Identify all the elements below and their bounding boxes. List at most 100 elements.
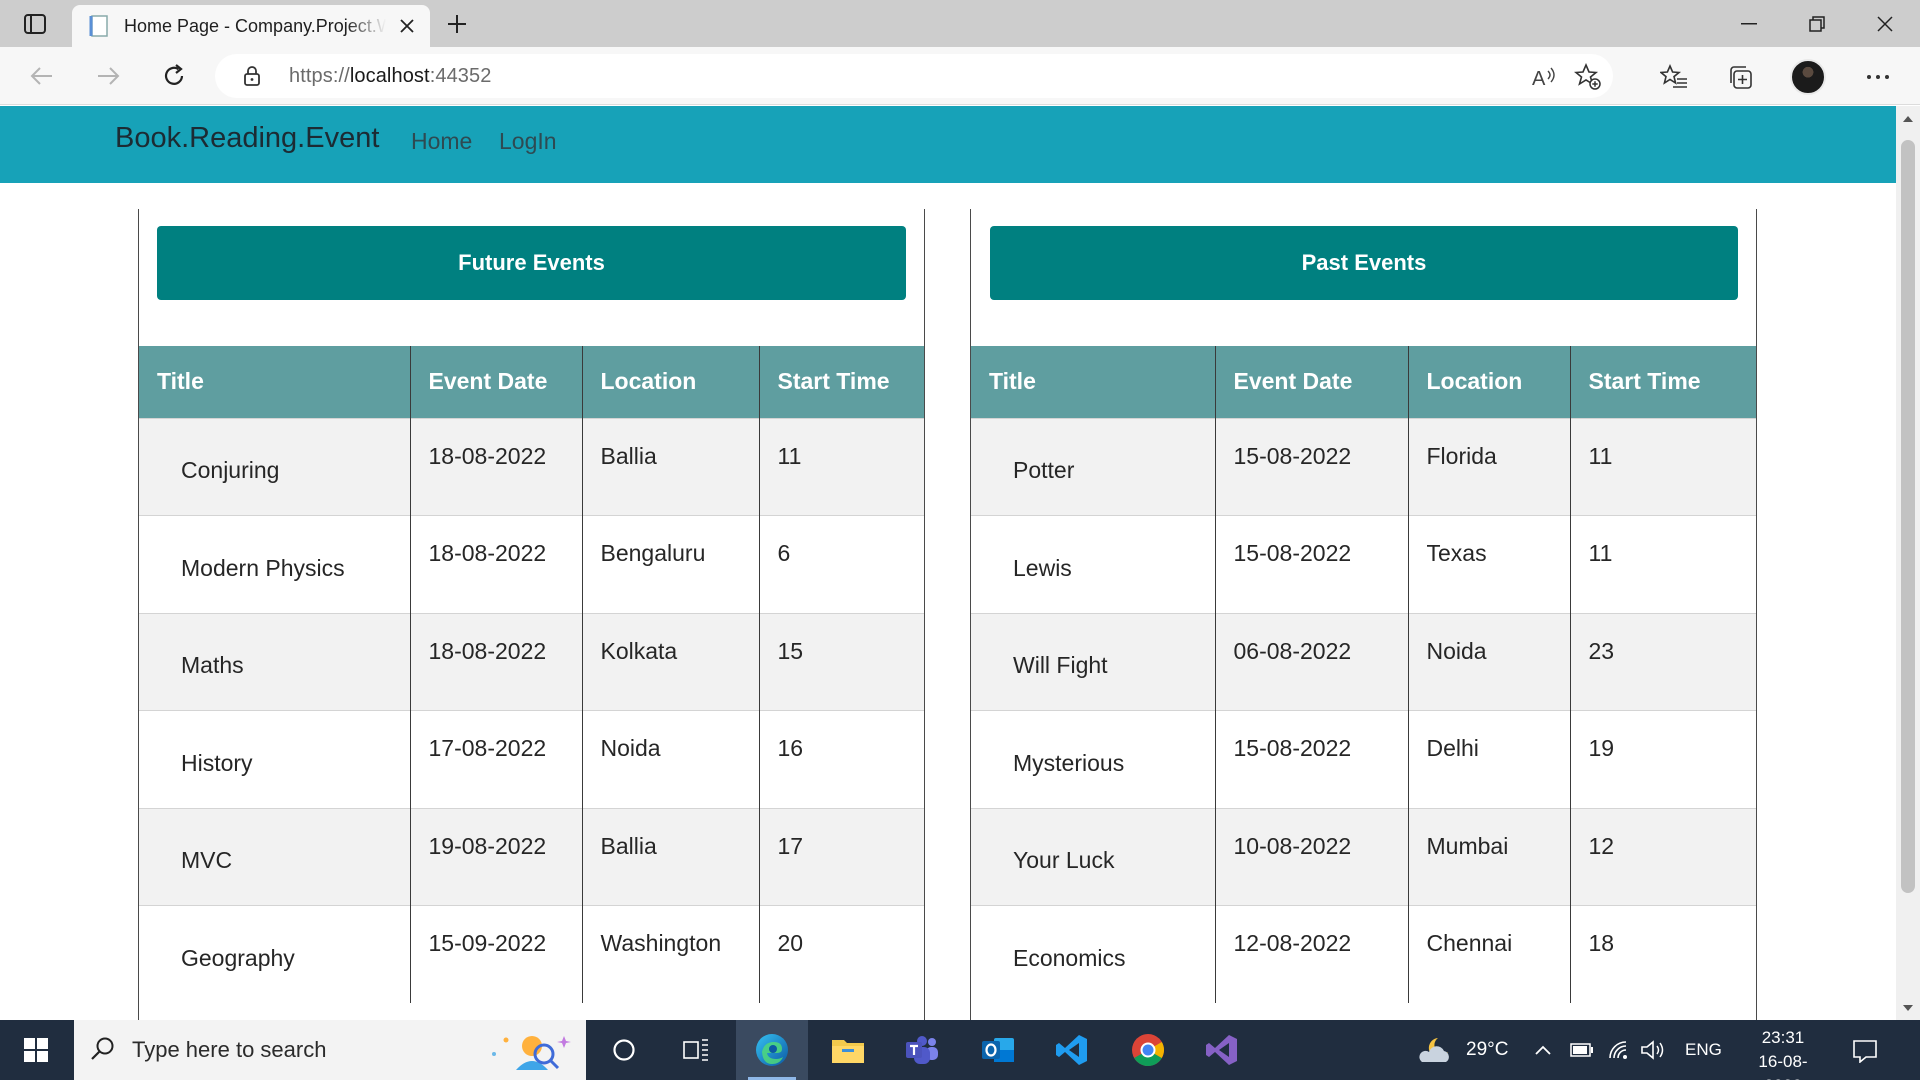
weather-widget[interactable]: 29°C bbox=[1418, 1020, 1508, 1080]
url-scheme: https:// bbox=[289, 65, 350, 87]
cell-title: Geography bbox=[139, 905, 410, 1003]
search-icon bbox=[90, 1036, 118, 1064]
more-options-icon[interactable] bbox=[1860, 59, 1896, 95]
add-favorite-icon[interactable] bbox=[1573, 62, 1603, 92]
cell-event-date: 15-08-2022 bbox=[1214, 710, 1408, 808]
cell-location: Kolkata bbox=[581, 612, 759, 711]
edge-icon[interactable] bbox=[736, 1020, 808, 1080]
cell-event-date: 18-08-2022 bbox=[409, 417, 582, 516]
nav-link-home[interactable]: Home bbox=[411, 128, 472, 155]
past-events-table: Title Event Date Location Start Time Pot… bbox=[971, 346, 1756, 1003]
past-events-header: Past Events bbox=[971, 209, 1756, 346]
vscode-icon[interactable] bbox=[1036, 1020, 1108, 1080]
cortana-icon[interactable] bbox=[588, 1020, 660, 1080]
table-row: MVC 19-08-2022 Ballia 17 bbox=[139, 807, 924, 906]
cell-event-date: 15-08-2022 bbox=[1214, 515, 1408, 613]
svg-text:A: A bbox=[1532, 68, 1546, 89]
cell-title: Your Luck bbox=[971, 807, 1215, 906]
new-tab-icon[interactable] bbox=[440, 8, 474, 40]
future-events-button[interactable]: Future Events bbox=[157, 226, 906, 300]
scroll-down-icon[interactable] bbox=[1896, 996, 1920, 1020]
collections-icon[interactable] bbox=[1722, 59, 1758, 95]
site-navbar: Book.Reading.Event Home LogIn bbox=[0, 106, 1896, 183]
browser-tab-bar: Home Page - Company.Project.Web bbox=[0, 0, 1920, 47]
notifications-icon[interactable] bbox=[1848, 1034, 1882, 1068]
forward-arrow-icon[interactable] bbox=[88, 57, 128, 95]
tab-actions-icon[interactable] bbox=[17, 10, 53, 38]
column-header-title: Title bbox=[139, 346, 410, 418]
cell-title: Modern Physics bbox=[139, 515, 410, 613]
table-row: Modern Physics 18-08-2022 Bengaluru 6 bbox=[139, 515, 924, 613]
url-text: https://localhost:44352 bbox=[289, 65, 491, 88]
read-aloud-icon[interactable]: A bbox=[1529, 62, 1559, 92]
outlook-icon[interactable] bbox=[962, 1020, 1034, 1080]
cell-location: Texas bbox=[1407, 515, 1570, 613]
file-explorer-icon[interactable] bbox=[812, 1020, 884, 1080]
tab-title: Home Page - Company.Project.Web bbox=[124, 15, 386, 36]
past-events-button[interactable]: Past Events bbox=[990, 226, 1738, 300]
visual-studio-icon[interactable] bbox=[1186, 1020, 1258, 1080]
volume-icon[interactable] bbox=[1640, 1020, 1666, 1080]
cell-event-date: 15-09-2022 bbox=[409, 905, 582, 1003]
back-arrow-icon[interactable] bbox=[22, 57, 62, 95]
weather-temperature: 29°C bbox=[1466, 1039, 1509, 1060]
column-header-location: Location bbox=[1407, 346, 1570, 418]
cell-location: Delhi bbox=[1407, 710, 1570, 808]
column-header-start-time: Start Time bbox=[1569, 346, 1756, 418]
cell-start-time: 12 bbox=[1569, 807, 1756, 906]
table-row: Will Fight 06-08-2022 Noida 23 bbox=[971, 612, 1756, 711]
browser-tab-active[interactable]: Home Page - Company.Project.Web bbox=[72, 5, 430, 47]
cell-start-time: 18 bbox=[1569, 905, 1756, 1003]
cell-event-date: 18-08-2022 bbox=[409, 515, 582, 613]
cell-location: Noida bbox=[581, 710, 759, 808]
search-highlight-icon bbox=[486, 1028, 578, 1072]
lock-icon[interactable] bbox=[241, 65, 263, 87]
profile-avatar[interactable] bbox=[1790, 59, 1826, 95]
wifi-icon[interactable] bbox=[1608, 1020, 1630, 1080]
table-row: Maths 18-08-2022 Kolkata 15 bbox=[139, 612, 924, 711]
chrome-icon[interactable] bbox=[1112, 1020, 1184, 1080]
close-window-icon[interactable] bbox=[1852, 0, 1918, 47]
taskbar-search-box[interactable]: Type here to search bbox=[74, 1020, 586, 1080]
cell-location: Chennai bbox=[1407, 905, 1570, 1003]
favorites-icon[interactable] bbox=[1656, 59, 1692, 95]
scroll-up-icon[interactable] bbox=[1896, 106, 1920, 130]
refresh-icon[interactable] bbox=[154, 57, 194, 95]
cell-location: Noida bbox=[1407, 612, 1570, 711]
input-language[interactable]: ENG bbox=[1685, 1020, 1722, 1080]
address-bar[interactable]: https://localhost:44352 A bbox=[215, 54, 1613, 98]
battery-icon[interactable] bbox=[1570, 1020, 1594, 1080]
cell-title: Mysterious bbox=[971, 710, 1215, 808]
cell-event-date: 18-08-2022 bbox=[409, 612, 582, 711]
nav-link-login[interactable]: LogIn bbox=[499, 128, 557, 155]
page-viewport: Book.Reading.Event Home LogIn Future Eve… bbox=[0, 106, 1896, 1020]
column-header-event-date: Event Date bbox=[409, 346, 582, 418]
page-scrollbar[interactable] bbox=[1896, 106, 1920, 1020]
page-favicon-icon bbox=[88, 15, 110, 37]
windows-start-icon[interactable] bbox=[0, 1020, 72, 1080]
cell-title: Maths bbox=[139, 612, 410, 711]
show-hidden-icons-icon[interactable] bbox=[1535, 1020, 1551, 1080]
cell-start-time: 17 bbox=[758, 807, 924, 906]
tab-close-icon[interactable] bbox=[396, 15, 418, 37]
table-header-row: Title Event Date Location Start Time bbox=[971, 346, 1756, 418]
task-view-icon[interactable] bbox=[660, 1020, 732, 1080]
table-row: Your Luck 10-08-2022 Mumbai 12 bbox=[971, 807, 1756, 906]
table-header-row: Title Event Date Location Start Time bbox=[139, 346, 924, 418]
cell-title: Potter bbox=[971, 417, 1215, 516]
cell-event-date: 06-08-2022 bbox=[1214, 612, 1408, 711]
cell-event-date: 15-08-2022 bbox=[1214, 417, 1408, 516]
taskbar-clock[interactable]: 23:31 16-08-2022 bbox=[1740, 1026, 1826, 1080]
clock-time: 23:31 bbox=[1761, 1028, 1805, 1047]
cell-location: Ballia bbox=[581, 417, 759, 516]
site-brand[interactable]: Book.Reading.Event bbox=[115, 122, 379, 155]
teams-icon[interactable] bbox=[886, 1020, 958, 1080]
scrollbar-thumb[interactable] bbox=[1901, 140, 1915, 893]
column-header-location: Location bbox=[581, 346, 759, 418]
cell-start-time: 19 bbox=[1569, 710, 1756, 808]
cell-title: Will Fight bbox=[971, 612, 1215, 711]
table-row: Potter 15-08-2022 Florida 11 bbox=[971, 417, 1756, 516]
cell-title: History bbox=[139, 710, 410, 808]
minimize-icon[interactable] bbox=[1716, 0, 1782, 47]
restore-icon[interactable] bbox=[1784, 0, 1850, 47]
